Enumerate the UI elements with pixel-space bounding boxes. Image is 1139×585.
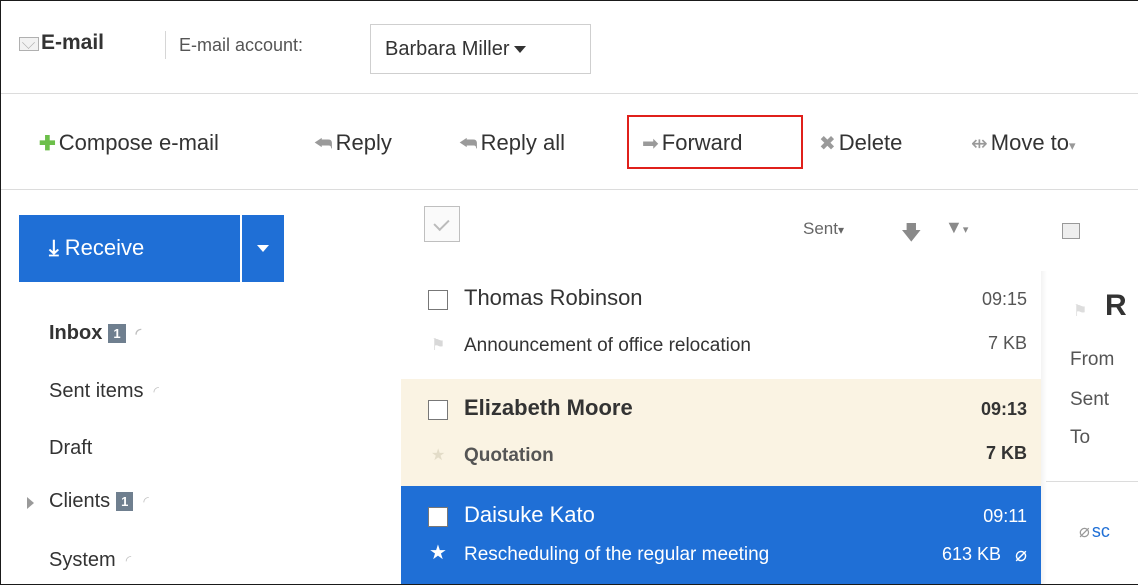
- app-header: E-mail E-mail account: Barbara Miller: [1, 1, 1138, 94]
- paperclip-icon: ⌀: [1014, 544, 1027, 566]
- download-icon: ⤓: [49, 235, 59, 260]
- preview-from-label: From: [1070, 349, 1115, 370]
- delete-button[interactable]: ✖ Delete: [819, 130, 902, 156]
- preview-attachment-link[interactable]: ⌀ sc: [1079, 521, 1110, 542]
- mail-sender: Thomas Robinson: [464, 285, 643, 310]
- flag-icon[interactable]: ⚑: [1073, 301, 1087, 321]
- chevron-down-icon: ▾: [1069, 138, 1076, 153]
- filter-icon[interactable]: ▼▾: [945, 217, 968, 238]
- reply-icon: ⮪: [314, 133, 333, 155]
- rss-icon: ◜: [143, 493, 149, 510]
- folder-system[interactable]: System ◜: [49, 549, 131, 572]
- receive-button[interactable]: ⤓ Receive: [19, 215, 240, 282]
- toolbar: ✚ Compose e-mail ⮪ Reply ⮪ Reply all ➡ Forwa…: [1, 94, 1138, 190]
- account-value: Barbara Miller: [385, 38, 510, 60]
- mail-row[interactable]: Thomas Robinson 09:15 ⚑ Announcement of …: [401, 269, 1041, 379]
- sort-dropdown[interactable]: Sent▾: [803, 219, 844, 239]
- unread-count-badge: 1: [116, 492, 134, 512]
- app-title: E-mail: [41, 31, 105, 54]
- star-icon[interactable]: ★: [429, 540, 447, 565]
- mail-time: 09:13: [980, 399, 1027, 419]
- preview-to-label: To: [1070, 427, 1091, 448]
- rss-icon: ◜: [135, 325, 141, 342]
- rss-icon: ◜: [153, 383, 159, 400]
- mail-sender: Daisuke Kato: [464, 502, 595, 527]
- email-app: E-mail E-mail account: Barbara Miller ✚ C…: [0, 0, 1138, 585]
- mail-checkbox[interactable]: [428, 507, 448, 527]
- rss-icon: ◜: [125, 552, 132, 569]
- mail-size: 613 KB: [941, 544, 1001, 564]
- mail-checkbox[interactable]: [428, 400, 448, 420]
- chevron-down-icon: [514, 46, 527, 54]
- chevron-down-icon: ▾: [837, 223, 845, 237]
- unread-count-badge: 1: [108, 324, 126, 344]
- mail-time: 09:15: [981, 289, 1027, 309]
- receive-options-dropdown[interactable]: [242, 215, 284, 282]
- preview-subject: R: [1105, 289, 1127, 322]
- move-to-button[interactable]: ⇹ Move to▾: [971, 130, 1076, 156]
- select-all-checkbox[interactable]: [424, 206, 460, 242]
- preview-sent-label: Sent: [1070, 389, 1110, 410]
- reply-all-button[interactable]: ⮪ Reply all: [459, 130, 565, 156]
- compose-button[interactable]: ✚ Compose e-mail: [39, 130, 219, 156]
- mail-subject: Announcement of office relocation: [464, 335, 751, 356]
- mail-time: 09:11: [983, 506, 1027, 526]
- folder-inbox[interactable]: Inbox 1 ◜: [49, 322, 141, 345]
- account-label: E-mail account:: [179, 35, 304, 55]
- paperclip-icon: ⌀: [1079, 521, 1090, 541]
- star-icon[interactable]: ★: [431, 445, 445, 465]
- folder-clients[interactable]: Clients 1 ◜: [49, 490, 149, 513]
- mail-sender: Elizabeth Moore: [464, 395, 633, 420]
- flag-icon[interactable]: ⚑: [431, 335, 445, 355]
- expand-triangle-icon[interactable]: [27, 497, 34, 509]
- delete-x-icon: ✖: [819, 133, 836, 155]
- divider: [1046, 481, 1138, 482]
- reply-all-icon: ⮪: [459, 133, 478, 155]
- mail-checkbox[interactable]: [428, 290, 448, 310]
- folder-sent-items[interactable]: Sent items ◜: [49, 380, 159, 403]
- mail-row[interactable]: Elizabeth Moore 09:13 ★ Quotation 7 KB: [401, 379, 1041, 489]
- forward-highlight-box: [627, 115, 803, 169]
- account-dropdown[interactable]: Barbara Miller: [370, 24, 591, 74]
- divider: [165, 31, 166, 59]
- mail-subject: Rescheduling of the regular meeting: [464, 544, 770, 565]
- folder-draft[interactable]: Draft: [49, 437, 92, 460]
- pane-divider: [1041, 271, 1047, 584]
- preview-pane-toggle-icon[interactable]: [1062, 223, 1080, 239]
- move-arrows-icon: ⇹: [971, 133, 988, 155]
- reply-button[interactable]: ⮪ Reply: [314, 130, 392, 156]
- mail-row-selected[interactable]: Daisuke Kato 09:11 ★ Rescheduling of the…: [401, 486, 1041, 584]
- sort-order-arrow-icon[interactable]: 🡇: [901, 218, 922, 252]
- mail-size: 7 KB: [985, 443, 1027, 463]
- mail-subject: Quotation: [464, 445, 554, 466]
- envelope-icon: [19, 37, 39, 51]
- plus-icon: ✚: [39, 133, 56, 155]
- mail-size: 7 KB: [987, 333, 1027, 353]
